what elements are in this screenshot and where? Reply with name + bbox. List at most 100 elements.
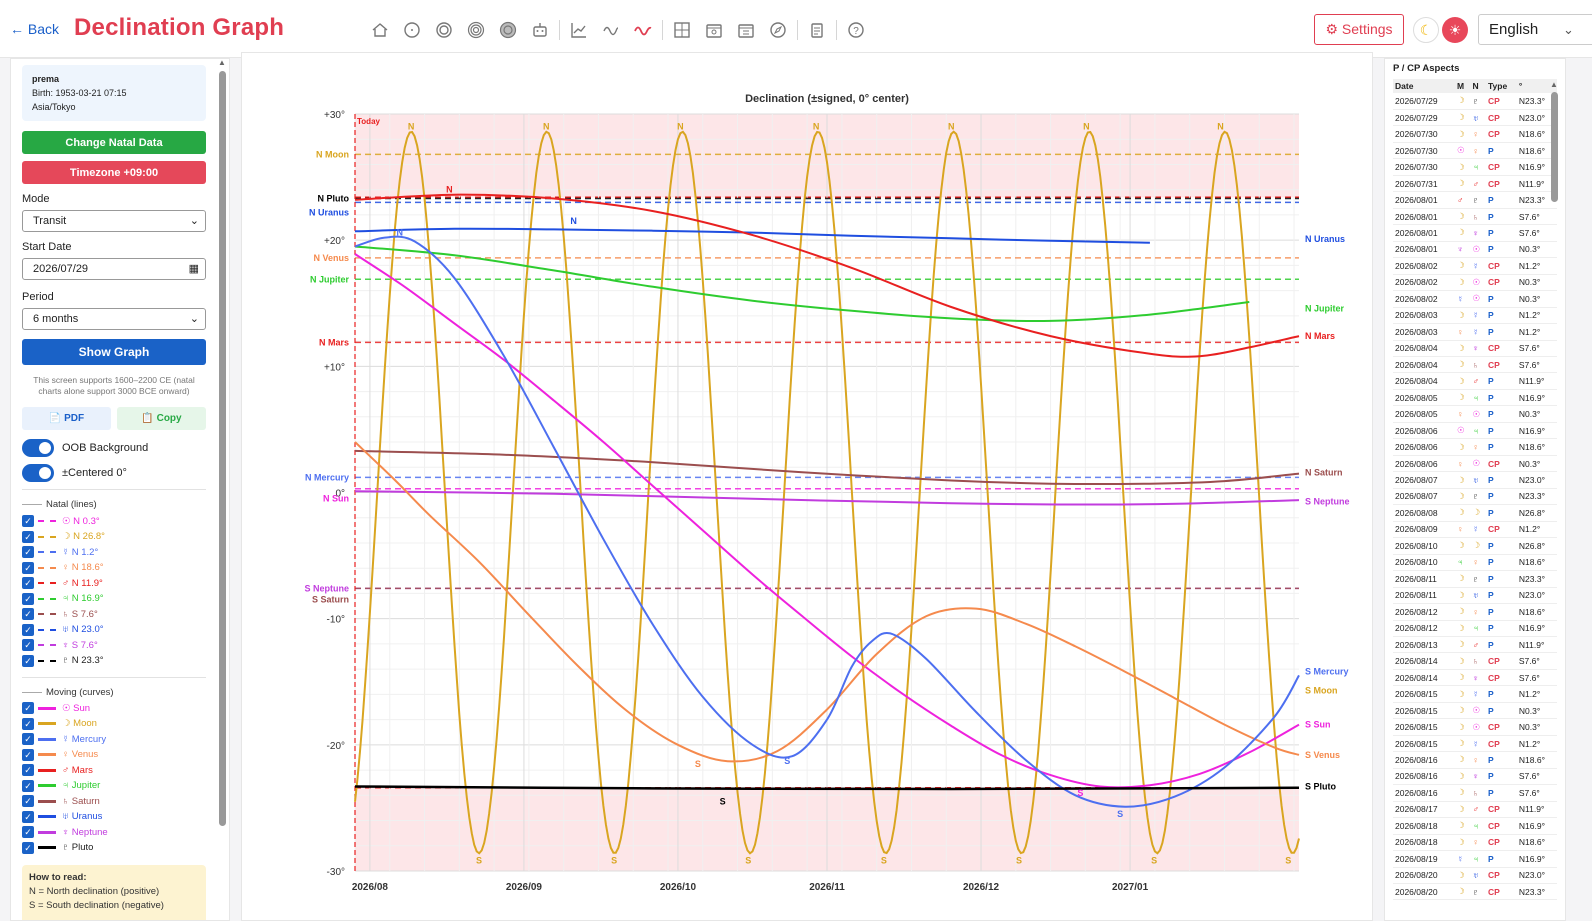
legend-checkbox[interactable]: ✓: [22, 577, 34, 589]
scroll-thumb[interactable]: [219, 71, 226, 826]
aspect-row[interactable]: 2026/08/03 ☽ ☿ P N1.2°: [1393, 307, 1557, 325]
timezone-button[interactable]: Timezone +09:00: [22, 161, 206, 184]
aspect-row[interactable]: 2026/08/02 ☽ ☿ CP N1.2°: [1393, 257, 1557, 275]
show-graph-button[interactable]: Show Graph: [22, 339, 206, 365]
aspect-row[interactable]: 2026/08/01 ♂ ♇ P N23.3°: [1393, 191, 1557, 209]
legend-checkbox[interactable]: ✓: [22, 748, 34, 761]
legend-item[interactable]: ✓ ♇ Pluto: [22, 841, 93, 855]
scroll-thumb[interactable]: [1551, 92, 1558, 202]
aspect-row[interactable]: 2026/08/04 ☽ ♄ CP S7.6°: [1393, 356, 1557, 374]
aspect-row[interactable]: 2026/08/14 ☽ ♆ CP S7.6°: [1393, 669, 1557, 687]
aspect-row[interactable]: 2026/08/10 ☽ ☽ P N26.8°: [1393, 537, 1557, 555]
aspect-row[interactable]: 2026/08/13 ☽ ♂ P N11.9°: [1393, 636, 1557, 654]
aspect-row[interactable]: 2026/08/17 ☽ ♂ CP N11.9°: [1393, 801, 1557, 819]
aspect-row[interactable]: 2026/08/12 ☽ ♀ P N18.6°: [1393, 603, 1557, 621]
aspect-row[interactable]: 2026/08/02 ☿ ☉ P N0.3°: [1393, 290, 1557, 308]
legend-item[interactable]: ✓ ☉ Sun: [22, 701, 90, 715]
copy-button[interactable]: 📋 Copy: [117, 407, 206, 430]
legend-checkbox[interactable]: ✓: [22, 561, 34, 574]
legend-item[interactable]: ✓ ☿ N 1.2°: [22, 545, 98, 559]
aspect-row[interactable]: 2026/08/06 ☉ ♃ P N16.9°: [1393, 422, 1557, 440]
aspect-row[interactable]: 2026/07/30 ☉ ♀ P N18.6°: [1393, 142, 1557, 160]
legend-item[interactable]: ✓ ♀ N 18.6°: [22, 561, 104, 575]
clipboard-icon[interactable]: [806, 19, 828, 41]
legend-checkbox[interactable]: ✓: [22, 639, 34, 651]
calendar-grid-icon[interactable]: [735, 19, 757, 41]
legend-item[interactable]: ✓ ♃ N 16.9°: [22, 592, 104, 606]
aspect-row[interactable]: 2026/08/11 ☽ ♇ P N23.3°: [1393, 570, 1557, 588]
aspect-row[interactable]: 2026/08/19 ☿ ♃ P N16.9°: [1393, 850, 1557, 868]
robot-icon[interactable]: [529, 19, 551, 41]
left-scrollbar[interactable]: ▲: [218, 58, 228, 908]
aspect-row[interactable]: 2026/08/02 ☽ ☉ CP N0.3°: [1393, 274, 1557, 292]
legend-item[interactable]: ✓ ☉ N 0.3°: [22, 514, 100, 528]
legend-item[interactable]: ✓ ♄ S 7.6°: [22, 607, 98, 621]
aspect-row[interactable]: 2026/08/04 ☽ ♂ P N11.9°: [1393, 372, 1557, 390]
aspect-row[interactable]: 2026/08/03 ♀ ☿ P N1.2°: [1393, 323, 1557, 341]
aspect-row[interactable]: 2026/08/15 ☽ ☿ CP N1.2°: [1393, 735, 1557, 753]
grid-chart-icon[interactable]: [671, 19, 693, 41]
legend-checkbox[interactable]: ✓: [22, 795, 34, 807]
start-date-input[interactable]: 2026/07/29 ▦: [22, 258, 206, 280]
settings-button[interactable]: ⚙ Settings: [1314, 14, 1404, 45]
aspect-row[interactable]: 2026/08/06 ♀ ☉ CP N0.3°: [1393, 455, 1557, 473]
legend-item[interactable]: ✓ ☿ Mercury: [22, 732, 106, 746]
change-natal-data-button[interactable]: Change Natal Data: [22, 131, 206, 154]
compass-icon[interactable]: [767, 19, 789, 41]
aspect-row[interactable]: 2026/08/07 ☽ ♅ P N23.0°: [1393, 471, 1557, 489]
back-link[interactable]: ← Back: [10, 21, 59, 37]
aspect-row[interactable]: 2026/08/07 ☽ ♇ P N23.3°: [1393, 488, 1557, 506]
legend-checkbox[interactable]: ✓: [22, 546, 34, 558]
aspect-row[interactable]: 2026/08/05 ♀ ☉ P N0.3°: [1393, 405, 1557, 423]
help-icon[interactable]: ?: [845, 19, 867, 41]
aspect-row[interactable]: 2026/08/20 ☽ ♅ CP N23.0°: [1393, 867, 1557, 885]
aspect-row[interactable]: 2026/08/20 ☽ ♇ CP N23.3°: [1393, 883, 1557, 901]
legend-item[interactable]: ✓ ♄ Saturn: [22, 794, 100, 808]
legend-item[interactable]: ✓ ♅ N 23.0°: [22, 623, 104, 637]
legend-checkbox[interactable]: ✓: [22, 717, 34, 730]
legend-checkbox[interactable]: ✓: [22, 841, 34, 854]
aspect-row[interactable]: 2026/08/01 ☽ ♆ P S7.6°: [1393, 224, 1557, 242]
language-select[interactable]: English ⌄: [1478, 14, 1592, 45]
aspect-row[interactable]: 2026/08/08 ☽ ☽ P N26.8°: [1393, 504, 1557, 522]
triple-circle-icon[interactable]: [465, 19, 487, 41]
legend-item[interactable]: ✓ ♅ Uranus: [22, 810, 102, 824]
aspect-row[interactable]: 2026/08/10 ♃ ♀ P N18.6°: [1393, 554, 1557, 572]
legend-checkbox[interactable]: ✓: [22, 779, 34, 792]
calendar-picker-icon[interactable]: ▦: [189, 262, 199, 275]
aspect-row[interactable]: 2026/08/12 ☽ ♃ P N16.9°: [1393, 620, 1557, 637]
dark-mode-moon-icon[interactable]: ☾: [1413, 17, 1439, 43]
filled-circle-icon[interactable]: [497, 19, 519, 41]
aspect-row[interactable]: 2026/08/15 ☽ ☿ P N1.2°: [1393, 685, 1557, 703]
legend-item[interactable]: ✓ ♀ Venus: [22, 748, 98, 762]
line-chart-icon[interactable]: [568, 19, 590, 41]
scroll-up-icon[interactable]: ▲: [218, 58, 226, 67]
legend-item[interactable]: ✓ ♂ Mars: [22, 763, 93, 777]
aspect-row[interactable]: 2026/08/15 ☽ ☉ P N0.3°: [1393, 702, 1557, 720]
legend-item[interactable]: ✓ ☽ Moon: [22, 717, 97, 731]
aspect-row[interactable]: 2026/08/16 ☽ ♆ P S7.6°: [1393, 768, 1557, 786]
mode-select[interactable]: Transit ⌄: [22, 210, 206, 232]
legend-item[interactable]: ✓ ♇ N 23.3°: [22, 654, 104, 668]
centered-toggle[interactable]: ±Centered 0°: [22, 464, 127, 482]
legend-checkbox[interactable]: ✓: [22, 515, 34, 527]
aspect-row[interactable]: 2026/08/04 ☽ ♆ CP S7.6°: [1393, 340, 1557, 358]
legend-checkbox[interactable]: ✓: [22, 623, 34, 636]
aspect-row[interactable]: 2026/07/30 ☽ ♀ CP N18.6°: [1393, 125, 1557, 143]
aspect-row[interactable]: 2026/08/05 ☽ ♃ P N16.9°: [1393, 389, 1557, 407]
aspect-row[interactable]: 2026/08/01 ☽ ♄ P S7.6°: [1393, 208, 1557, 226]
declination-wave-icon[interactable]: [632, 19, 654, 41]
aspect-row[interactable]: 2026/08/18 ☽ ♃ CP N16.9°: [1393, 817, 1557, 835]
aspect-row[interactable]: 2026/07/29 ☽ ♅ CP N23.0°: [1393, 109, 1557, 127]
light-mode-sun-icon[interactable]: ☀: [1442, 17, 1468, 43]
legend-item[interactable]: ✓ ♆ S 7.6°: [22, 638, 98, 652]
calendar-icon[interactable]: [703, 19, 725, 41]
aspect-row[interactable]: 2026/08/01 ♆ ☉ P N0.3°: [1393, 241, 1557, 259]
legend-checkbox[interactable]: ✓: [22, 530, 34, 543]
legend-checkbox[interactable]: ✓: [22, 654, 34, 667]
aspect-row[interactable]: 2026/08/14 ☽ ♄ CP S7.6°: [1393, 652, 1557, 670]
legend-checkbox[interactable]: ✓: [22, 592, 34, 605]
legend-checkbox[interactable]: ✓: [22, 764, 34, 776]
wave-icon[interactable]: [600, 19, 622, 41]
aspect-row[interactable]: 2026/07/30 ☽ ♃ CP N16.9°: [1393, 158, 1557, 176]
